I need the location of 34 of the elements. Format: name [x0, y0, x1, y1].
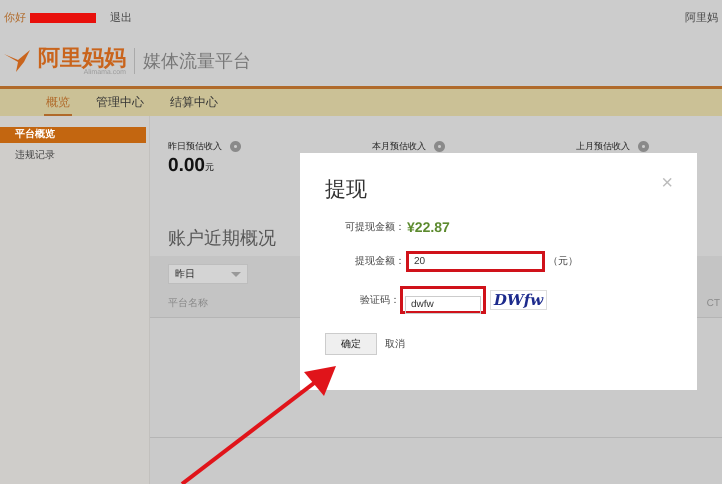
logout-link[interactable]: 退出 [110, 10, 132, 26]
unit-label: （元） [548, 255, 578, 269]
sidebar-item[interactable]: 平台概览 [0, 127, 146, 143]
help-icon[interactable] [638, 141, 649, 152]
stat-value: 0.00 [168, 156, 205, 174]
nav-tab[interactable]: 结算中心 [168, 89, 220, 116]
stat-unit: 元 [204, 161, 214, 174]
section-heading: 账户近期概况 [168, 227, 276, 250]
column-header: CT [706, 297, 720, 311]
field-label: 可提现金额： [344, 220, 405, 234]
platform-title: 媒体流量平台 [143, 50, 251, 72]
redaction-bar [30, 13, 96, 23]
period-dropdown[interactable]: 昨日 [168, 264, 248, 284]
greeting: 你好 [4, 10, 26, 26]
help-icon[interactable] [434, 141, 445, 152]
logo-text: 阿里妈妈 [38, 46, 126, 68]
confirm-button[interactable]: 确定 [325, 333, 377, 355]
field-label: 提现金额： [354, 254, 405, 269]
field-label: 验证码： [359, 294, 400, 308]
available-amount: ¥22.87 [407, 218, 450, 236]
dialog-title: 提现 [325, 179, 367, 200]
help-icon[interactable] [230, 141, 241, 152]
caret-icon [231, 272, 241, 276]
stat-label: 昨日预估收入 [168, 140, 222, 153]
captcha-image[interactable]: DWfw [490, 290, 547, 310]
stat-label: 上月预估收入 [576, 140, 630, 153]
account-name: 阿里妈 [685, 10, 718, 26]
captcha-field[interactable]: dwfw [400, 286, 486, 314]
cancel-link[interactable]: 取消 [385, 336, 405, 352]
sidebar-item[interactable]: 违规记录 [0, 148, 146, 164]
stat-label: 本月预估收入 [372, 140, 426, 153]
nav-tab[interactable]: 管理中心 [94, 89, 146, 116]
amount-field[interactable]: 20 [406, 251, 545, 272]
column-header: 平台名称 [168, 296, 208, 311]
